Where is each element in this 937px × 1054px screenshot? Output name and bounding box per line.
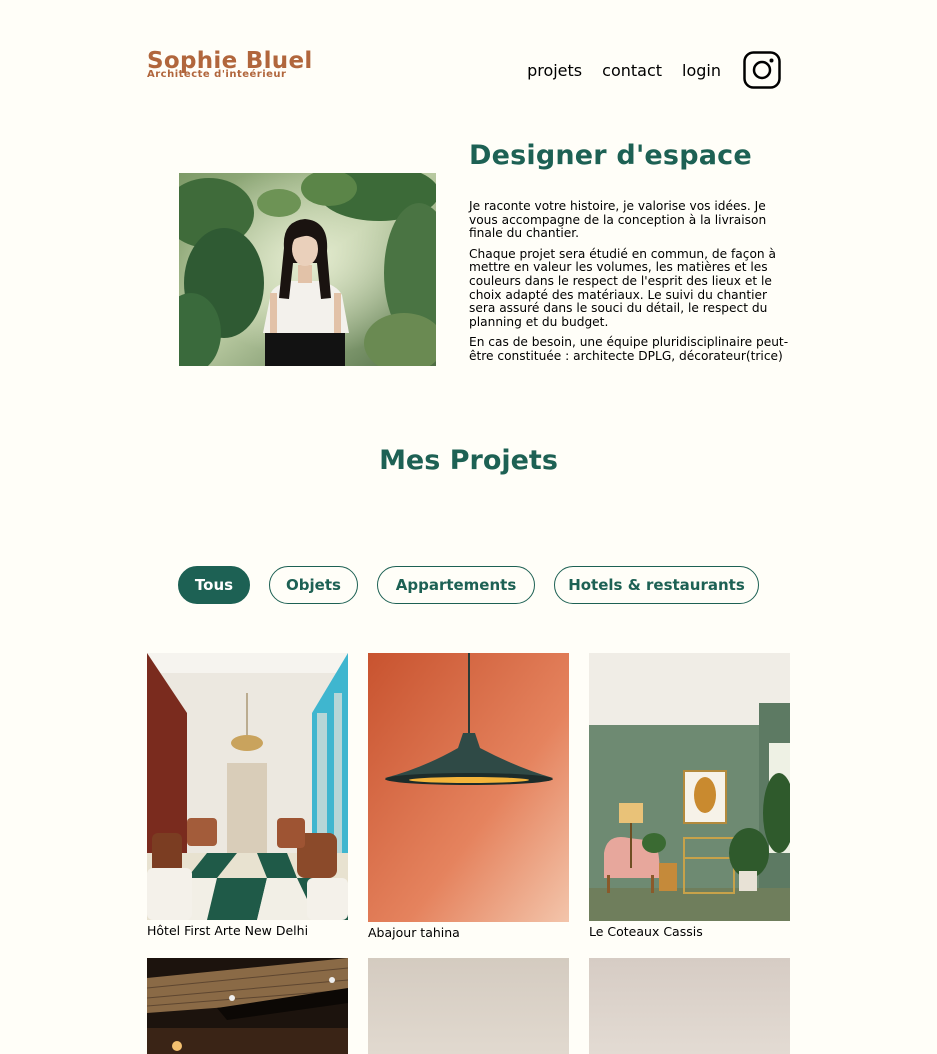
intro-text: Je raconte votre histoire, je valorise v… <box>469 199 789 371</box>
intro-paragraph: Chaque projet sera étudié en commun, de … <box>469 246 776 329</box>
nav-contact[interactable]: contact <box>602 61 662 80</box>
project-caption: Le Coteaux Cassis <box>589 924 703 939</box>
portfolio-title: Mes Projets <box>379 445 558 476</box>
filter-hotels-restaurants[interactable]: Hotels & restaurants <box>554 566 759 604</box>
main-nav: projets contact login <box>527 50 781 90</box>
filter-objets[interactable]: Objets <box>269 566 358 604</box>
site-header: Sophie Bluel Architecte d'inteérieur pro… <box>147 48 781 92</box>
intro-title: Designer d'espace <box>469 140 752 171</box>
project-caption: Hôtel First Arte New Delhi <box>147 923 309 938</box>
gallery-item[interactable]: Hôtel First Arte New Delhi <box>147 653 348 938</box>
gallery-item[interactable] <box>147 958 348 1054</box>
filter-tous[interactable]: Tous <box>178 566 250 604</box>
intro-paragraph: Je raconte votre histoire, je valorise v… <box>469 199 767 241</box>
project-caption: Abajour tahina <box>368 925 460 940</box>
instagram-icon[interactable] <box>743 51 781 89</box>
project-image <box>368 958 569 1054</box>
portrait-photo <box>179 173 436 366</box>
project-image <box>589 958 790 1054</box>
nav-login[interactable]: login <box>682 61 721 80</box>
gallery-item[interactable] <box>368 958 569 1054</box>
logo-subtitle: Architecte d'inteérieur <box>147 69 287 80</box>
gallery-item[interactable]: Abajour tahina <box>368 653 569 940</box>
intro-paragraph: En cas de besoin, une équipe pluridiscip… <box>469 335 789 363</box>
project-image <box>368 653 569 922</box>
gallery-item[interactable] <box>589 958 790 1054</box>
project-image <box>589 653 790 921</box>
gallery-item[interactable]: Le Coteaux Cassis <box>589 653 790 939</box>
filter-appartements[interactable]: Appartements <box>377 566 535 604</box>
project-image <box>147 958 348 1054</box>
filter-bar: Tous Objets Appartements Hotels & restau… <box>178 566 778 604</box>
nav-projets[interactable]: projets <box>527 61 582 80</box>
project-image <box>147 653 348 920</box>
